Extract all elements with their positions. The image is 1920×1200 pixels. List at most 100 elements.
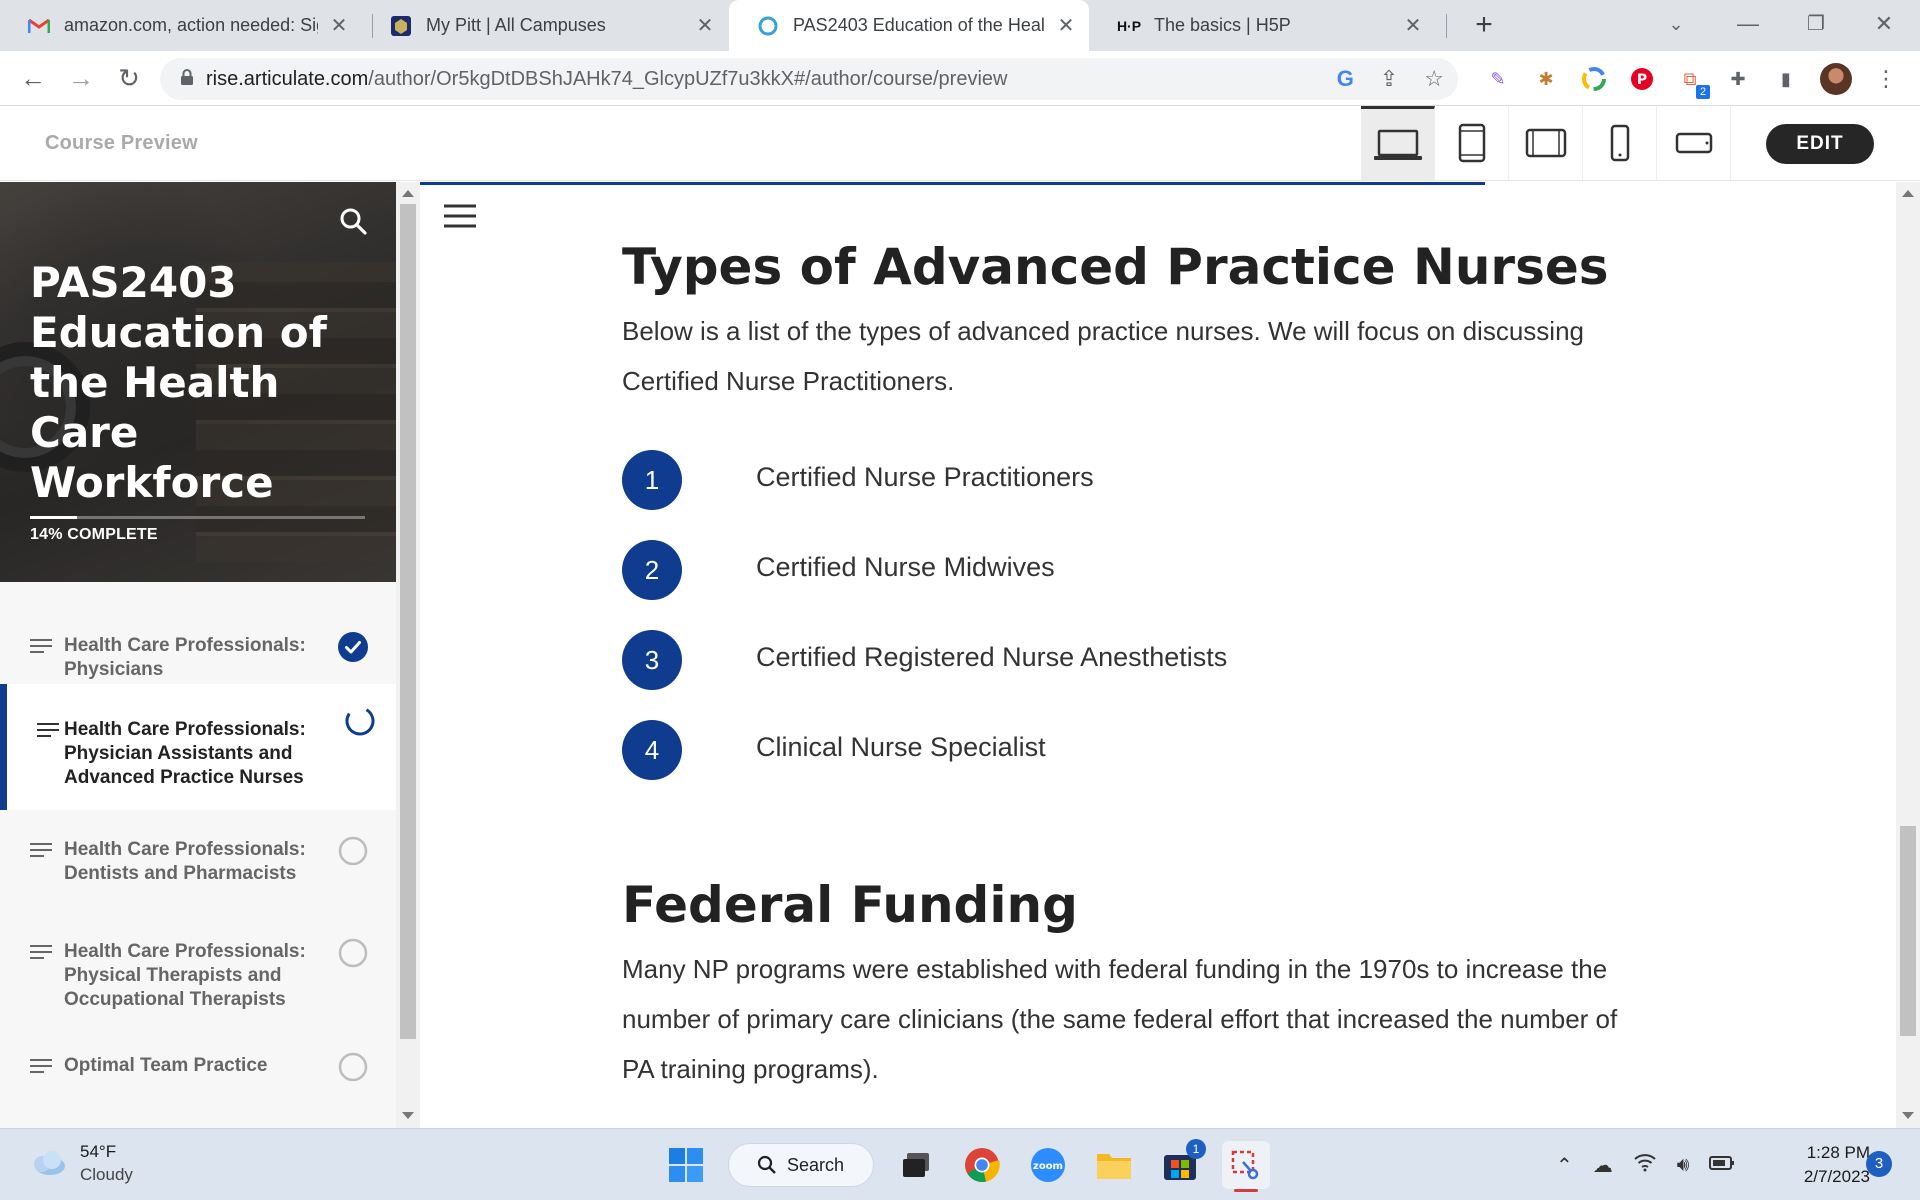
wifi-icon[interactable] (1633, 1152, 1657, 1178)
tab-search-icon[interactable]: ⌄ (1654, 6, 1698, 42)
in-progress-icon (345, 706, 375, 736)
progress-label: 14% COMPLETE (30, 526, 158, 543)
weather-condition: Cloudy (80, 1165, 133, 1184)
lock-icon (160, 68, 194, 91)
rise-preview-header: Course Preview EDIT (0, 106, 1920, 181)
new-tab-button[interactable]: + (1466, 8, 1502, 44)
lesson-item[interactable]: Optimal Team Practice (0, 1038, 396, 1118)
number-badge: 2 (622, 540, 682, 600)
scroll-down-arrow-icon[interactable] (1902, 1112, 1914, 1119)
laptop-icon (1373, 129, 1422, 160)
onedrive-icon[interactable]: ☁ (1593, 1153, 1613, 1178)
palette-extension-icon[interactable]: ✱ (1532, 65, 1560, 93)
extension-badge: 2 (1696, 85, 1710, 99)
close-icon[interactable]: ✕ (1055, 13, 1077, 38)
extensions-area: ✎ ✱ P ⧉ 2 ✚ ▮ ⋮ (1484, 59, 1900, 99)
search-icon[interactable] (338, 206, 368, 236)
lesson-item[interactable]: Health Care Professionals: Physicians (0, 582, 396, 684)
scroll-up-arrow-icon[interactable] (402, 190, 414, 197)
battery-icon[interactable] (1709, 1154, 1735, 1177)
laptop-view-button[interactable] (1361, 106, 1435, 180)
system-tray: ⌃ ☁ 🔊︎ (1556, 1147, 1735, 1183)
task-view-icon[interactable] (892, 1141, 940, 1189)
reload-icon[interactable]: ↻ (110, 59, 148, 97)
phone-portrait-view-button[interactable] (1583, 106, 1657, 180)
address-bar[interactable]: rise.articulate.com/author/Or5kgDtDBShJA… (160, 58, 1458, 100)
file-explorer-icon[interactable] (1090, 1141, 1138, 1189)
forward-icon[interactable]: → (62, 59, 100, 97)
hamburger-menu-icon[interactable] (444, 204, 476, 228)
restore-icon[interactable]: ❐ (1794, 6, 1838, 42)
snipping-tool-icon[interactable] (1222, 1141, 1270, 1192)
weather-widget[interactable]: 54°F Cloudy (28, 1141, 133, 1187)
number-badge: 4 (622, 720, 682, 780)
profile-avatar[interactable] (1820, 63, 1852, 95)
google-icon[interactable]: G (1337, 66, 1354, 92)
bookmark-star-icon[interactable]: ☆ (1424, 66, 1444, 92)
puzzle-extensions-icon[interactable]: ✚ (1724, 65, 1752, 93)
window-close-icon[interactable]: ✕ (1862, 6, 1906, 42)
notification-badge[interactable]: 3 (1866, 1151, 1892, 1177)
lesson-list: Health Care Professionals: Physicians He… (0, 582, 396, 1118)
tab-h5p[interactable]: H·P The basics | H5P ✕ (1090, 0, 1436, 51)
edit-button[interactable]: EDIT (1766, 124, 1874, 164)
browser-tab-bar: amazon.com, action needed: Sig ✕ My Pitt… (0, 0, 1920, 51)
share-icon[interactable]: ⇪ (1380, 66, 1398, 92)
pinterest-icon[interactable]: P (1628, 65, 1656, 93)
microsoft-store-icon[interactable]: 1 (1156, 1139, 1206, 1189)
windows-start-icon[interactable] (662, 1141, 710, 1189)
chrome-icon[interactable] (958, 1141, 1006, 1189)
taskbar-search-box[interactable]: Search (728, 1143, 874, 1187)
tablet-landscape-view-button[interactable] (1509, 106, 1583, 180)
complete-check-icon (338, 632, 368, 662)
scroll-up-arrow-icon[interactable] (1902, 190, 1914, 197)
system-clock[interactable]: 1:28 PM 2/7/2023 (1770, 1141, 1870, 1189)
content-scroll-thumb[interactable] (1900, 826, 1916, 1036)
gmail-icon (28, 15, 50, 37)
store-badge: 1 (1186, 1139, 1206, 1159)
tab-pas2403[interactable]: PAS2403 Education of the Health ✕ (729, 0, 1089, 51)
chevron-up-icon[interactable]: ⌃ (1556, 1153, 1573, 1178)
lesson-item[interactable]: Health Care Professionals: Physical Ther… (0, 912, 396, 1038)
cast-extension-icon[interactable]: ⧉ 2 (1676, 65, 1710, 99)
cloud-icon (34, 1151, 65, 1175)
phone-portrait-icon (1610, 124, 1629, 162)
section-body: Many NP programs were established with f… (622, 954, 1618, 1084)
volume-icon[interactable]: 🔊︎ (1677, 1154, 1690, 1177)
content-scrollbar[interactable] (1896, 182, 1920, 1128)
list-item: 4 Clinical Nurse Specialist (622, 720, 1522, 810)
close-icon[interactable]: ✕ (1402, 13, 1424, 38)
tab-gmail[interactable]: amazon.com, action needed: Sig ✕ (0, 0, 362, 51)
list-item-text: Certified Registered Nurse Anesthetists (756, 642, 1228, 672)
sidebar-scrollbar[interactable] (396, 182, 420, 1128)
lesson-item[interactable]: Health Care Professionals: Dentists and … (0, 810, 396, 912)
back-icon[interactable]: ← (14, 59, 52, 97)
list-item-text: Clinical Nurse Specialist (756, 732, 1046, 762)
list-item: 2 Certified Nurse Midwives (622, 540, 1522, 630)
close-icon[interactable]: ✕ (694, 13, 716, 38)
list-item-text: Certified Nurse Midwives (756, 552, 1055, 582)
pitt-icon (390, 15, 412, 37)
windows-taskbar: 54°F Cloudy Search zoom 1 ⌃ ☁ 🔊︎ 1:28 PM… (0, 1128, 1920, 1200)
lesson-menu-icon (30, 1059, 52, 1073)
tab-my-pitt[interactable]: My Pitt | All Campuses ✕ (362, 0, 728, 51)
lesson-item-active[interactable]: Health Care Professionals: Physician Ass… (0, 684, 396, 810)
zoom-icon[interactable]: zoom (1024, 1141, 1072, 1189)
minimize-icon[interactable]: — (1726, 6, 1770, 42)
search-label: Search (787, 1154, 845, 1175)
lesson-content: Types of Advanced Practice Nurses Below … (420, 182, 1900, 1128)
tablet-portrait-view-button[interactable] (1435, 106, 1509, 180)
google-drive-extension-icon[interactable] (1580, 65, 1608, 93)
list-item: 3 Certified Registered Nurse Anesthetist… (622, 630, 1522, 720)
scroll-down-arrow-icon[interactable] (402, 1112, 414, 1119)
close-icon[interactable]: ✕ (328, 13, 350, 38)
number-badge: 3 (622, 630, 682, 690)
lesson-progress-line (420, 182, 1485, 185)
svg-text:P: P (1637, 72, 1647, 88)
lesson-menu-icon (37, 723, 59, 737)
sidebar-scroll-thumb[interactable] (400, 204, 416, 1039)
pen-extension-icon[interactable]: ✎ (1484, 65, 1512, 93)
more-menu-icon[interactable]: ⋮ (1872, 65, 1900, 93)
phone-landscape-view-button[interactable] (1657, 106, 1731, 180)
side-panel-icon[interactable]: ▮ (1772, 65, 1800, 93)
